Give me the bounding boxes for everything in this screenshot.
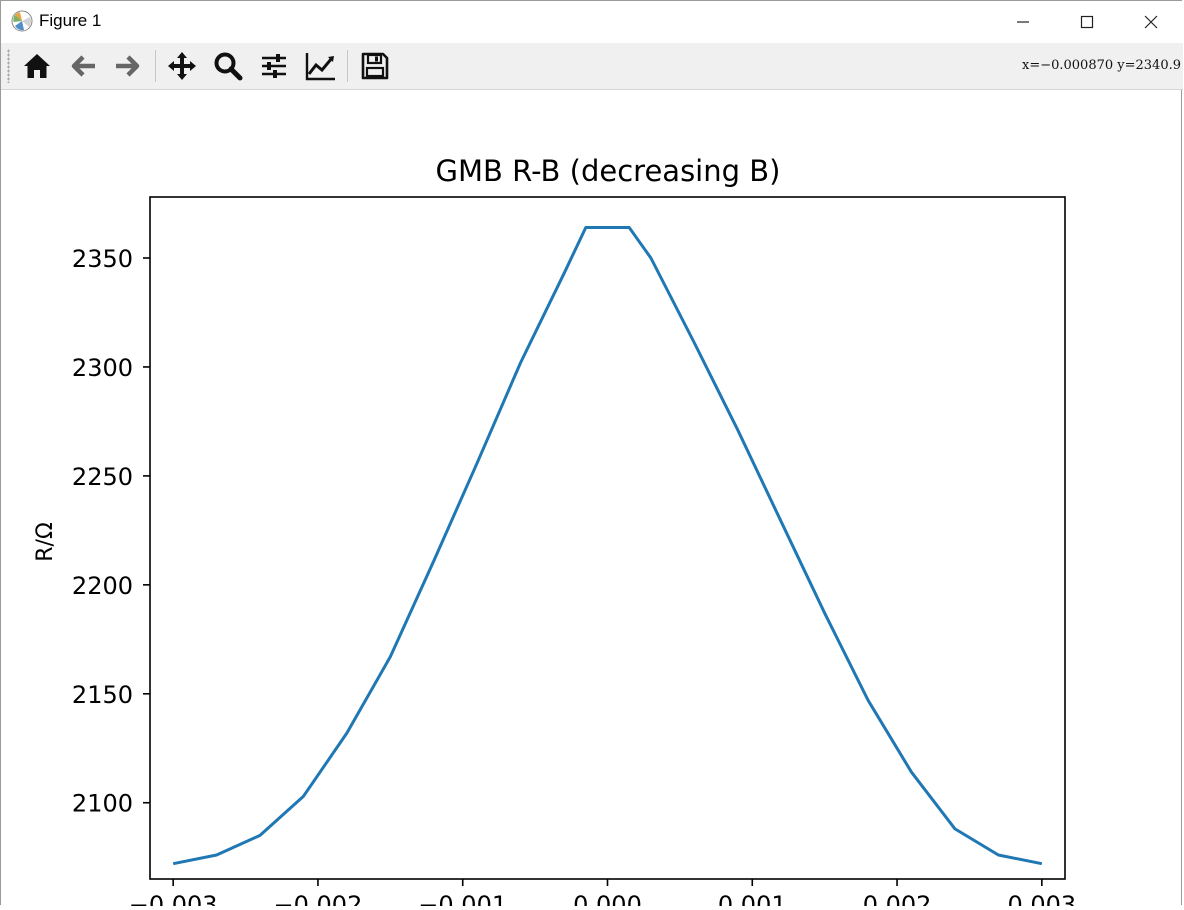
magnifier-icon — [214, 52, 243, 81]
arrow-right-icon — [116, 55, 140, 77]
x-tick-label: 0.002 — [863, 891, 932, 906]
navigation-toolbar: x=−0.000870 y=2340.9 — [1, 43, 1183, 90]
subplots-button[interactable] — [255, 48, 293, 84]
x-tick-label: −0.002 — [274, 891, 363, 906]
pan-button[interactable] — [163, 48, 201, 84]
line-chart-icon — [305, 53, 335, 81]
maximize-icon — [1080, 15, 1094, 29]
zoom-button[interactable] — [209, 48, 247, 84]
x-tick-label: −0.003 — [129, 891, 218, 906]
title-bar: Figure 1 — [1, 1, 1183, 43]
x-tick-label: −0.001 — [418, 891, 507, 906]
window-title: Figure 1 — [39, 11, 102, 30]
customize-button[interactable] — [302, 48, 340, 84]
floppy-disk-icon — [361, 52, 389, 80]
minimize-icon — [1017, 21, 1029, 23]
y-axis-label: R/Ω — [33, 522, 58, 562]
save-button[interactable] — [356, 48, 394, 84]
forward-button[interactable] — [109, 48, 147, 84]
chart-title: GMB R-B (decreasing B) — [436, 154, 781, 188]
series-line-0 — [172, 226, 1043, 866]
x-tick-label: 0.001 — [718, 891, 787, 906]
y-tick-label: 2350 — [72, 245, 133, 273]
chart: GMB R-B (decreasing B) R/Ω 2100215022002… — [33, 154, 1076, 910]
home-button[interactable] — [18, 48, 56, 84]
y-tick-label: 2100 — [72, 790, 133, 818]
axes: 2100 2150 2200 2250 2300 2350 −0.003 −0.002 −0.0… — [72, 196, 1076, 910]
figure-canvas[interactable]: GMB R-B (decreasing B) R/Ω 2100 2150 2200 2… — [1, 89, 1183, 910]
sliders-icon — [262, 54, 286, 78]
cursor-coordinates: x=−0.000870 y=2340.9 — [1021, 58, 1181, 73]
home-icon — [24, 54, 50, 78]
toolbar-separator — [347, 50, 348, 82]
y-tick-label: 2300 — [72, 354, 133, 382]
plot-frame — [149, 196, 1066, 880]
y-tick-label: 2150 — [72, 681, 133, 709]
back-button[interactable] — [64, 48, 102, 84]
maximize-button[interactable] — [1055, 1, 1119, 43]
y-tick-label: 2250 — [72, 463, 133, 491]
y-tick-label: 2200 — [72, 572, 133, 600]
matplotlib-logo-icon — [11, 10, 33, 32]
toolbar-separator — [155, 50, 156, 82]
figure-window: Figure 1 x=−0.000870 y=2340.9 GMB R-B (d… — [0, 0, 1183, 910]
minimize-button[interactable] — [991, 1, 1055, 43]
x-tick-label: 0.000 — [573, 891, 642, 906]
move-icon — [168, 52, 196, 80]
x-tick-label: 0.003 — [1007, 891, 1076, 906]
close-icon — [1144, 15, 1158, 29]
toolbar-grip[interactable] — [7, 49, 10, 83]
arrow-left-icon — [71, 55, 95, 77]
close-button[interactable] — [1119, 1, 1183, 43]
